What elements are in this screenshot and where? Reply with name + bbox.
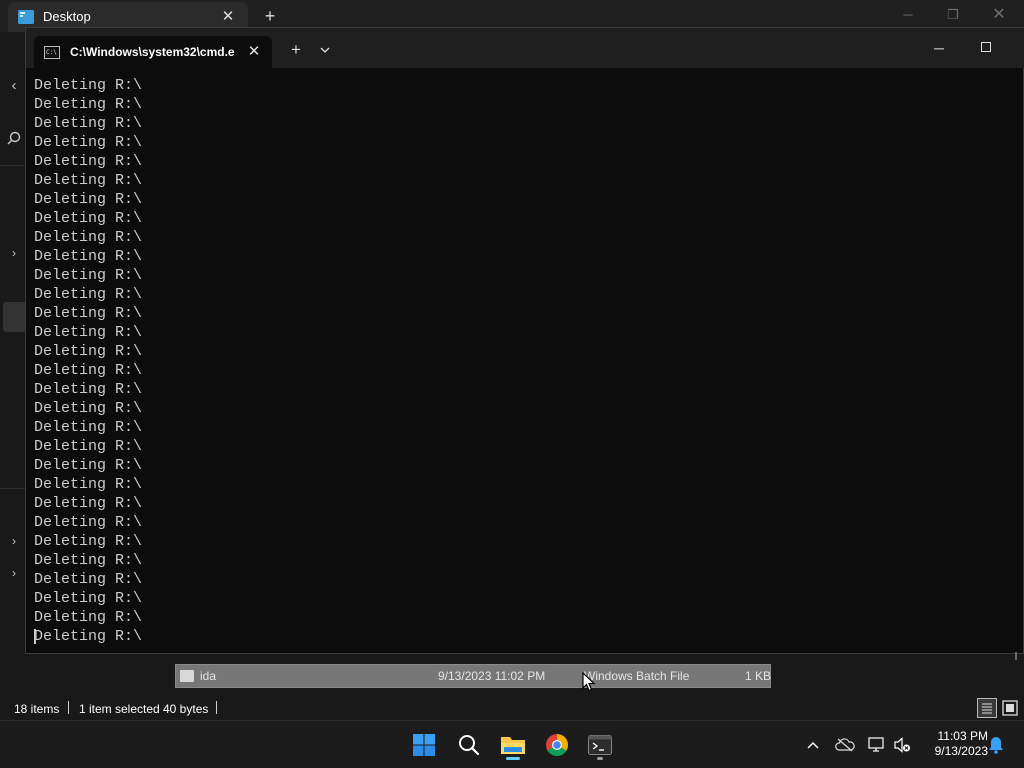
- terminal-line: Deleting R:\: [34, 400, 143, 417]
- new-tab-button[interactable]: +: [284, 40, 308, 60]
- back-arrow-icon[interactable]: ‹: [6, 78, 22, 94]
- taskbar: 11:03 PM 9/13/2023: [0, 720, 1024, 768]
- terminal-line: Deleting R:\: [34, 552, 143, 569]
- file-list-row[interactable]: ida 9/13/2023 11:02 PM Windows Batch Fil…: [175, 664, 771, 688]
- divider: [0, 165, 26, 166]
- chevron-right-icon[interactable]: ›: [6, 533, 22, 549]
- terminal-line: Deleting R:\: [34, 172, 143, 189]
- terminal-line: Deleting R:\: [34, 419, 143, 436]
- explorer-status-bar: 18 items 1 item selected 40 bytes: [0, 696, 1024, 720]
- terminal-line: Deleting R:\: [34, 495, 143, 512]
- file-type: Windows Batch File: [584, 669, 690, 683]
- close-window-button[interactable]: ✕: [984, 4, 1014, 26]
- terminal-line: Deleting R:\: [34, 115, 143, 132]
- scrollbar[interactable]: [1015, 652, 1017, 660]
- cmd-icon: C:\: [44, 46, 60, 59]
- terminal-line: Deleting R:\: [34, 571, 143, 588]
- network-icon[interactable]: [866, 734, 888, 756]
- file-size: 1 KB: [745, 669, 772, 683]
- system-clock[interactable]: 11:03 PM 9/13/2023: [918, 729, 988, 759]
- terminal-line: Deleting R:\: [34, 210, 143, 227]
- mouse-cursor-icon: [582, 672, 596, 692]
- batch-file-icon: [180, 670, 194, 682]
- chevron-up-icon[interactable]: [802, 734, 824, 756]
- volume-muted-icon[interactable]: [891, 734, 913, 756]
- terminal-line: Deleting R:\: [34, 77, 143, 94]
- terminal-tab-cmd[interactable]: C:\ C:\Windows\system32\cmd.e: ✕: [34, 36, 272, 68]
- chevron-right-icon[interactable]: ›: [6, 245, 22, 261]
- status-item-count: 18 items: [14, 702, 60, 716]
- minimize-button[interactable]: ─: [893, 4, 923, 26]
- terminal-line: Deleting R:\: [34, 362, 143, 379]
- desktop-folder-icon: [18, 10, 34, 24]
- onedrive-off-icon[interactable]: [834, 734, 856, 756]
- explorer-navigation-strip: ‹ › › ›: [0, 32, 26, 692]
- divider: [68, 701, 69, 714]
- new-tab-button[interactable]: +: [258, 5, 282, 27]
- large-icons-view-button[interactable]: [1000, 698, 1020, 718]
- terminal-line: Deleting R:\: [34, 134, 143, 151]
- terminal-line: Deleting R:\: [34, 324, 143, 341]
- running-indicator: [597, 757, 603, 760]
- terminal-line: Deleting R:\: [34, 153, 143, 170]
- terminal-line: Deleting R:\: [34, 229, 143, 246]
- terminal-output[interactable]: Deleting R:\ Deleting R:\ Deleting R:\ Dele…: [34, 76, 1014, 651]
- terminal-line: Deleting R:\: [34, 438, 143, 455]
- nav-item-selected[interactable]: [3, 302, 26, 332]
- restore-button[interactable]: ❐: [938, 4, 968, 26]
- divider: [0, 488, 26, 489]
- search-icon[interactable]: [6, 131, 22, 147]
- terminal-tab-label: C:\Windows\system32\cmd.e:: [70, 45, 235, 59]
- terminal-icon[interactable]: [584, 729, 616, 761]
- terminal-line: Deleting R:\: [34, 286, 143, 303]
- status-selection: 1 item selected: [79, 702, 160, 716]
- terminal-line: Deleting R:\: [34, 305, 143, 322]
- terminal-titlebar: C:\ C:\Windows\system32\cmd.e: ✕ + ─: [26, 28, 1024, 68]
- details-view-button[interactable]: [977, 698, 997, 718]
- text-cursor: [34, 629, 36, 644]
- terminal-line: Deleting R:\: [34, 628, 143, 645]
- terminal-line: Deleting R:\: [34, 381, 143, 398]
- terminal-line: Deleting R:\: [34, 343, 143, 360]
- file-explorer-icon[interactable]: [497, 729, 529, 761]
- clock-time: 11:03 PM: [937, 729, 988, 743]
- file-name: ida: [200, 669, 217, 683]
- terminal-line: Deleting R:\: [34, 609, 143, 626]
- terminal-line: Deleting R:\: [34, 514, 143, 531]
- chevron-down-icon[interactable]: [315, 40, 335, 60]
- chevron-right-icon[interactable]: ›: [6, 565, 22, 581]
- terminal-line: Deleting R:\: [34, 191, 143, 208]
- search-icon[interactable]: [453, 729, 485, 761]
- clock-date: 9/13/2023: [934, 744, 988, 758]
- file-date-modified: 9/13/2023 11:02 PM: [438, 669, 546, 683]
- close-icon[interactable]: ✕: [244, 42, 264, 62]
- minimize-button[interactable]: ─: [924, 36, 954, 60]
- terminal-line: Deleting R:\: [34, 248, 143, 265]
- terminal-line: Deleting R:\: [34, 476, 143, 493]
- terminal-line: Deleting R:\: [34, 267, 143, 284]
- status-selection-size: 40 bytes: [163, 702, 209, 716]
- maximize-button[interactable]: [971, 36, 1001, 60]
- start-icon[interactable]: [408, 729, 440, 761]
- terminal-line: Deleting R:\: [34, 96, 143, 113]
- chrome-icon[interactable]: [541, 729, 573, 761]
- notification-bell-icon[interactable]: [985, 734, 1007, 756]
- terminal-window[interactable]: C:\ C:\Windows\system32\cmd.e: ✕ + ─ Del…: [25, 27, 1024, 660]
- terminal-line: Deleting R:\: [34, 533, 143, 550]
- divider: [216, 701, 217, 714]
- terminal-line: Deleting R:\: [34, 457, 143, 474]
- explorer-tab-label: Desktop: [43, 9, 91, 24]
- close-icon[interactable]: ✕: [218, 7, 238, 27]
- active-indicator: [506, 757, 520, 760]
- terminal-line: Deleting R:\: [34, 590, 143, 607]
